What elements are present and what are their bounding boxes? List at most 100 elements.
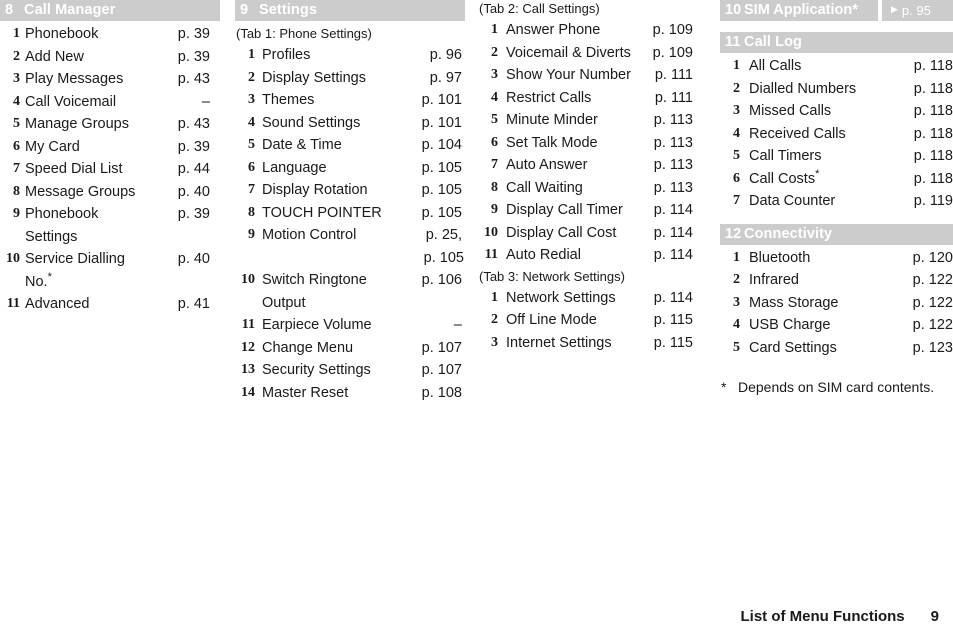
list-item[interactable]: 5 Minute Minder p. 113 xyxy=(478,109,693,132)
list-item[interactable]: 3 Themes p. 101 xyxy=(235,89,465,112)
column-call-and-network-settings: (Tab 2: Call Settings) 1 Answer Phone p.… xyxy=(478,0,693,354)
item-page-ref: p. 118 xyxy=(913,58,953,74)
item-page-ref: p. 44 xyxy=(177,161,210,177)
list-item[interactable]: 2 Off Line Mode p. 115 xyxy=(478,309,693,332)
list-item[interactable]: 12 Change Menu p. 107 xyxy=(235,337,465,360)
item-number: 6 xyxy=(733,170,740,186)
list-item[interactable]: 3 Internet Settings p. 115 xyxy=(478,332,693,355)
item-page-ref: p. 118 xyxy=(913,80,953,97)
item-number: 10 xyxy=(6,251,20,266)
list-item[interactable]: 7 Speed Dial List p. 44 xyxy=(0,158,220,181)
list-item[interactable]: 11 Earpiece Volume – xyxy=(235,314,465,337)
list-item[interactable]: 3 Missed Calls p. 118 xyxy=(720,100,953,123)
list-item[interactable]: 3 Play Messages p. 43 xyxy=(0,68,220,91)
item-label: Restrict Calls xyxy=(506,89,592,106)
list-item[interactable]: 4 Received Calls p. 118 xyxy=(720,123,953,146)
list-item[interactable]: 5 Card Settings p. 123 xyxy=(720,337,953,360)
item-number: 7 xyxy=(491,157,498,172)
list-item[interactable]: 1 All Calls p. 118 xyxy=(720,55,953,78)
list-item[interactable]: 6 Language p. 105 xyxy=(235,157,465,180)
list-item[interactable]: 13 Security Settings p. 107 xyxy=(235,359,465,382)
list-item[interactable]: 4 Restrict Calls p. 111 xyxy=(478,87,693,110)
item-label: Themes xyxy=(262,92,315,108)
footnote-text: Depends on SIM card contents. xyxy=(738,379,935,395)
item-number: 1 xyxy=(13,26,20,41)
section-header-sim-application[interactable]: 10 SIM Application* ▶ p. 95 xyxy=(720,0,953,21)
item-label: Master Reset xyxy=(262,384,349,401)
item-number: 3 xyxy=(733,103,740,118)
list-item[interactable]: 9 Display Call Timer p. 114 xyxy=(478,199,693,222)
column-settings: 9 Settings (Tab 1: Phone Settings) 1 Pro… xyxy=(235,0,465,404)
list-item[interactable]: 6 Set Talk Mode p. 113 xyxy=(478,132,693,155)
list-item[interactable]: 11 Advanced p. 41 xyxy=(0,293,220,316)
item-page-ref: p. 120 xyxy=(912,249,953,266)
item-number: 3 xyxy=(491,67,498,82)
item-label: Call Voicemail xyxy=(25,93,117,110)
list-item[interactable]: 1 Bluetooth p. 120 xyxy=(720,247,953,270)
item-page-ref: p. 105 xyxy=(421,182,462,198)
list-item[interactable]: 2 Add New p. 39 xyxy=(0,46,220,69)
item-page-ref: p. 40 xyxy=(177,183,210,200)
list-item[interactable]: 10 Display Call Cost p. 114 xyxy=(478,222,693,245)
item-number: 11 xyxy=(6,296,20,311)
list-item[interactable]: 3 Mass Storage p. 122 xyxy=(720,292,953,315)
item-page-ref: p. 25, xyxy=(425,227,462,243)
section-title: Call Manager xyxy=(24,2,116,18)
list-item[interactable]: 8 Message Groups p. 40 xyxy=(0,181,220,204)
item-label: TOUCH POINTER xyxy=(262,204,382,221)
footer-page-number: 9 xyxy=(930,608,939,625)
section-number: 8 xyxy=(5,2,14,18)
item-number: 4 xyxy=(733,317,740,332)
list-item[interactable]: 1 Profiles p. 96 xyxy=(235,44,465,67)
item-number: 9 xyxy=(491,202,498,217)
item-number: 7 xyxy=(248,182,255,197)
list-item[interactable]: 14 Master Reset p. 108 xyxy=(235,382,465,405)
item-number: 1 xyxy=(733,249,740,265)
item-number: 11 xyxy=(241,317,255,332)
list-item[interactable]: 4 Call Voicemail – xyxy=(0,91,220,114)
list-item[interactable]: 1 Network Settings p. 114 xyxy=(478,287,693,310)
list-item[interactable]: 8 TOUCH POINTER p. 105 xyxy=(235,202,465,225)
item-label: Security Settings xyxy=(262,362,371,378)
item-number: 2 xyxy=(733,80,740,96)
item-page-ref: p. 122 xyxy=(912,317,953,333)
list-item[interactable]: 5 Call Timers p. 118 xyxy=(720,145,953,168)
item-label: Dialled Numbers xyxy=(749,80,857,97)
list-item[interactable]: 4 Sound Settings p. 101 xyxy=(235,112,465,135)
item-label: Internet Settings xyxy=(506,334,612,351)
item-label: Change Menu xyxy=(262,339,354,356)
list-item[interactable]: 7 Data Counter p. 119 xyxy=(720,190,953,213)
list-item[interactable]: 5 Date & Time p. 104 xyxy=(235,134,465,157)
list-item[interactable]: 5 Manage Groups p. 43 xyxy=(0,113,220,136)
list-item[interactable]: 11 Auto Redial p. 114 xyxy=(478,244,693,267)
list-item[interactable]: 6 Call Costs* p. 118 xyxy=(720,168,953,191)
item-page-ref: p. 109 xyxy=(652,44,693,61)
list-item[interactable]: 2 Dialled Numbers p. 118 xyxy=(720,78,953,101)
list-item[interactable]: 1 Phonebook p. 39 xyxy=(0,23,220,46)
list-item[interactable]: 6 My Card p. 39 xyxy=(0,136,220,159)
item-page-ref: – xyxy=(201,93,210,110)
list-item[interactable]: 9 Phonebook Settings p. 39 xyxy=(0,203,220,248)
list-item[interactable]: 9 Motion Control p. 25, xyxy=(235,224,465,247)
list-item[interactable]: 2 Infrared p. 122 xyxy=(720,269,953,292)
list-item[interactable]: 8 Call Waiting p. 113 xyxy=(478,177,693,200)
list-item[interactable]: 7 Auto Answer p. 113 xyxy=(478,154,693,177)
footnote-marker-icon: * xyxy=(815,167,820,180)
sim-application-page-ref[interactable]: ▶ p. 95 xyxy=(882,0,953,21)
list-item[interactable]: 2 Voicemail & Diverts p. 109 xyxy=(478,42,693,65)
list-item[interactable]: 3 Show Your Number p. 111 xyxy=(478,64,693,87)
item-number: 1 xyxy=(491,289,498,305)
list-item[interactable]: 1 Answer Phone p. 109 xyxy=(478,19,693,42)
section-title: SIM Application* xyxy=(744,0,858,21)
list-item[interactable]: 7 Display Rotation p. 105 xyxy=(235,179,465,202)
item-number: 6 xyxy=(491,134,498,150)
list-item[interactable]: 2 Display Settings p. 97 xyxy=(235,67,465,90)
list-item[interactable]: 10 Switch Ringtone Output p. 106 xyxy=(235,269,465,314)
list-item[interactable]: 4 USB Charge p. 122 xyxy=(720,314,953,337)
item-number: 7 xyxy=(13,161,20,176)
list-item[interactable]: 10 Service Dialling No.* p. 40 xyxy=(0,248,220,293)
item-page-ref: p. 113 xyxy=(653,134,693,151)
item-label: Voicemail & Diverts xyxy=(506,44,631,61)
item-number: 6 xyxy=(248,159,255,175)
